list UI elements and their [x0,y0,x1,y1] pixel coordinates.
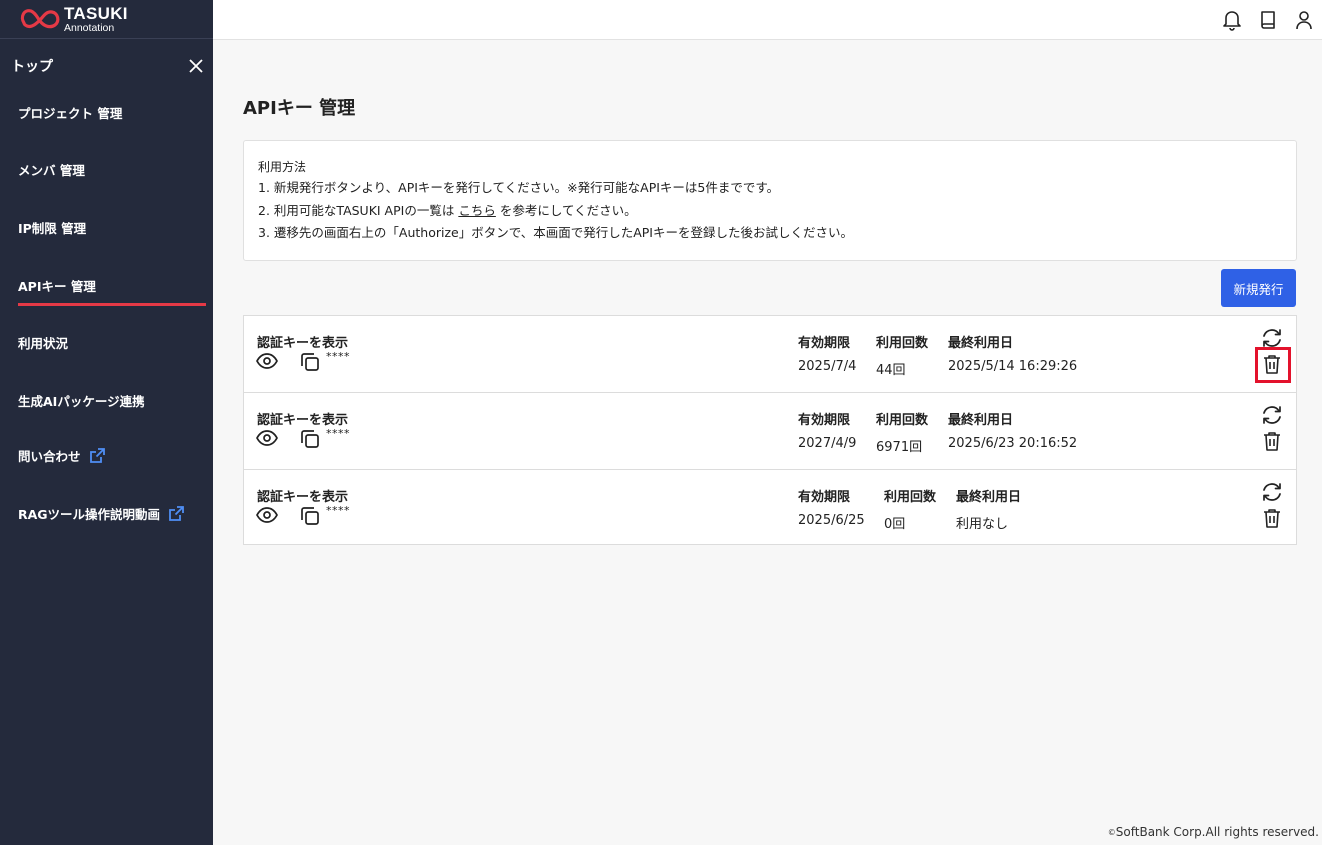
external-link-icon [169,506,184,521]
expiry-column: 有効期限 2025/7/4 [798,332,856,374]
refresh-icon[interactable] [1261,328,1283,348]
api-key-list: 認証キーを表示 **** 有効期限 2025/7/4 利用回数 44回 最終利用… [243,315,1297,545]
count-column: 利用回数 0回 [884,486,936,532]
sidebar-item-rag-video[interactable]: RAGツール操作説明動画 [18,504,185,523]
sidebar-item-usage[interactable]: 利用状況 [18,333,68,352]
logo-title: TASUKI [64,3,128,23]
copy-icon[interactable] [300,429,320,449]
expiry-value: 2025/7/4 [798,359,857,374]
last-used-header: 最終利用日 [956,490,1022,505]
expiry-header: 有効期限 [798,413,851,428]
count-header: 利用回数 [884,490,937,505]
last-used-header: 最終利用日 [948,336,1014,351]
last-used-header: 最終利用日 [948,413,1014,428]
trash-icon[interactable] [1263,431,1281,451]
api-key-row: 認証キーを表示 **** 有効期限 2027/4/9 利用回数 6971回 最終… [244,393,1296,470]
usage-line-2: 2. 利用可能なTASUKI APIの一覧は こちら を参考にしてください。 [258,200,1282,223]
eye-icon[interactable] [256,430,278,446]
api-docs-link[interactable]: こちら [458,203,496,218]
trash-icon[interactable] [1263,508,1281,528]
new-issue-button[interactable]: 新規発行 [1221,269,1296,307]
sidebar-item-genai-package[interactable]: 生成AIパッケージ連携 [18,391,145,410]
copy-icon[interactable] [300,506,320,526]
sidebar-item-label: RAGツール操作説明動画 [18,507,161,522]
delete-highlight-box [1255,347,1291,383]
refresh-icon[interactable] [1261,405,1283,425]
usage-instructions: 利用方法 1. 新規発行ボタンより、APIキーを発行してください。※発行可能なA… [243,140,1297,261]
show-key-label: 認証キーを表示 [257,336,349,351]
count-header: 利用回数 [876,413,929,428]
copyright-mark: © [1107,828,1116,837]
usage-line-1: 1. 新規発行ボタンより、APIキーを発行してください。※発行可能なAPIキーは… [258,180,780,195]
sidebar: TASUKI Annotation トップ プロジェクト 管理 メンバ 管理 I… [0,0,213,845]
top-bar [213,0,1322,40]
sidebar-item-label: IP制限 管理 [18,221,87,236]
usage-line-2-post: を参考にしてください。 [499,202,637,218]
tasuki-logo-icon [20,9,60,29]
api-key-row: 認証キーを表示 **** 有効期限 2025/6/25 利用回数 0回 最終利用… [244,470,1296,544]
usage-heading: 利用方法 [258,160,307,174]
last-used-value: 2025/6/23 20:16:52 [948,436,1078,451]
sidebar-title[interactable]: トップ [11,56,53,76]
bell-icon [1223,10,1241,31]
usage-line-3: 3. 遷移先の画面右上の「Authorize」ボタンで、本画面で発行したAPIキ… [258,225,853,240]
footer: ©SoftBank Corp.All rights reserved. [1108,825,1319,839]
api-key-row: 認証キーを表示 **** 有効期限 2025/7/4 利用回数 44回 最終利用… [244,316,1296,393]
last-used-column: 最終利用日 利用なし [956,486,1021,532]
last-used-value: 2025/5/14 16:29:26 [948,359,1078,374]
last-used-column: 最終利用日 2025/5/14 16:29:26 [948,332,1077,374]
count-column: 利用回数 44回 [876,332,928,378]
last-used-column: 最終利用日 2025/6/23 20:16:52 [948,409,1077,451]
count-value: 6971回 [876,440,923,455]
page-title: APIキー 管理 [243,98,356,119]
logo[interactable]: TASUKI Annotation [0,0,213,39]
masked-key: **** [326,504,350,517]
count-value: 44回 [876,363,906,378]
expiry-column: 有効期限 2027/4/9 [798,409,856,451]
expiry-header: 有効期限 [798,490,851,505]
notifications-button[interactable] [1214,9,1250,31]
count-value: 0回 [884,517,906,532]
sidebar-item-label: メンバ 管理 [18,163,85,178]
expiry-value: 2025/6/25 [798,513,865,528]
book-icon [1261,10,1275,29]
masked-key: **** [326,350,350,363]
eye-icon[interactable] [256,353,278,369]
sidebar-item-label: 生成AIパッケージ連携 [18,394,145,409]
refresh-icon[interactable] [1261,482,1283,502]
sidebar-item-label: 利用状況 [18,336,69,351]
count-column: 利用回数 6971回 [876,409,928,455]
close-icon[interactable] [189,59,203,73]
count-header: 利用回数 [876,336,929,351]
copy-icon[interactable] [300,352,320,372]
sidebar-item-ip-restriction[interactable]: IP制限 管理 [18,218,86,237]
sidebar-item-contact[interactable]: 問い合わせ [18,446,106,465]
copyright-text: SoftBank Corp.All rights reserved. [1115,825,1319,839]
user-icon [1296,10,1312,29]
docs-button[interactable] [1250,9,1286,31]
expiry-column: 有効期限 2025/6/25 [798,486,865,528]
logo-subtitle: Annotation [64,21,115,34]
sidebar-item-label: 問い合わせ [18,449,81,464]
show-key-label: 認証キーを表示 [257,490,349,505]
eye-icon[interactable] [256,507,278,523]
sidebar-item-members[interactable]: メンバ 管理 [18,160,85,179]
sidebar-item-project[interactable]: プロジェクト 管理 [18,103,122,122]
account-button[interactable] [1286,9,1322,31]
expiry-value: 2027/4/9 [798,436,857,451]
sidebar-item-label: プロジェクト 管理 [18,106,123,121]
expiry-header: 有効期限 [798,336,851,351]
sidebar-item-label: APIキー 管理 [18,279,96,294]
show-key-label: 認証キーを表示 [257,413,349,428]
active-indicator [18,303,206,306]
external-link-icon [89,448,105,463]
masked-key: **** [326,427,350,440]
last-used-value: 利用なし [956,517,1009,532]
sidebar-item-api-keys[interactable]: APIキー 管理 [18,276,96,295]
usage-line-2-pre: 2. 利用可能なTASUKI APIの一覧は [258,202,455,218]
